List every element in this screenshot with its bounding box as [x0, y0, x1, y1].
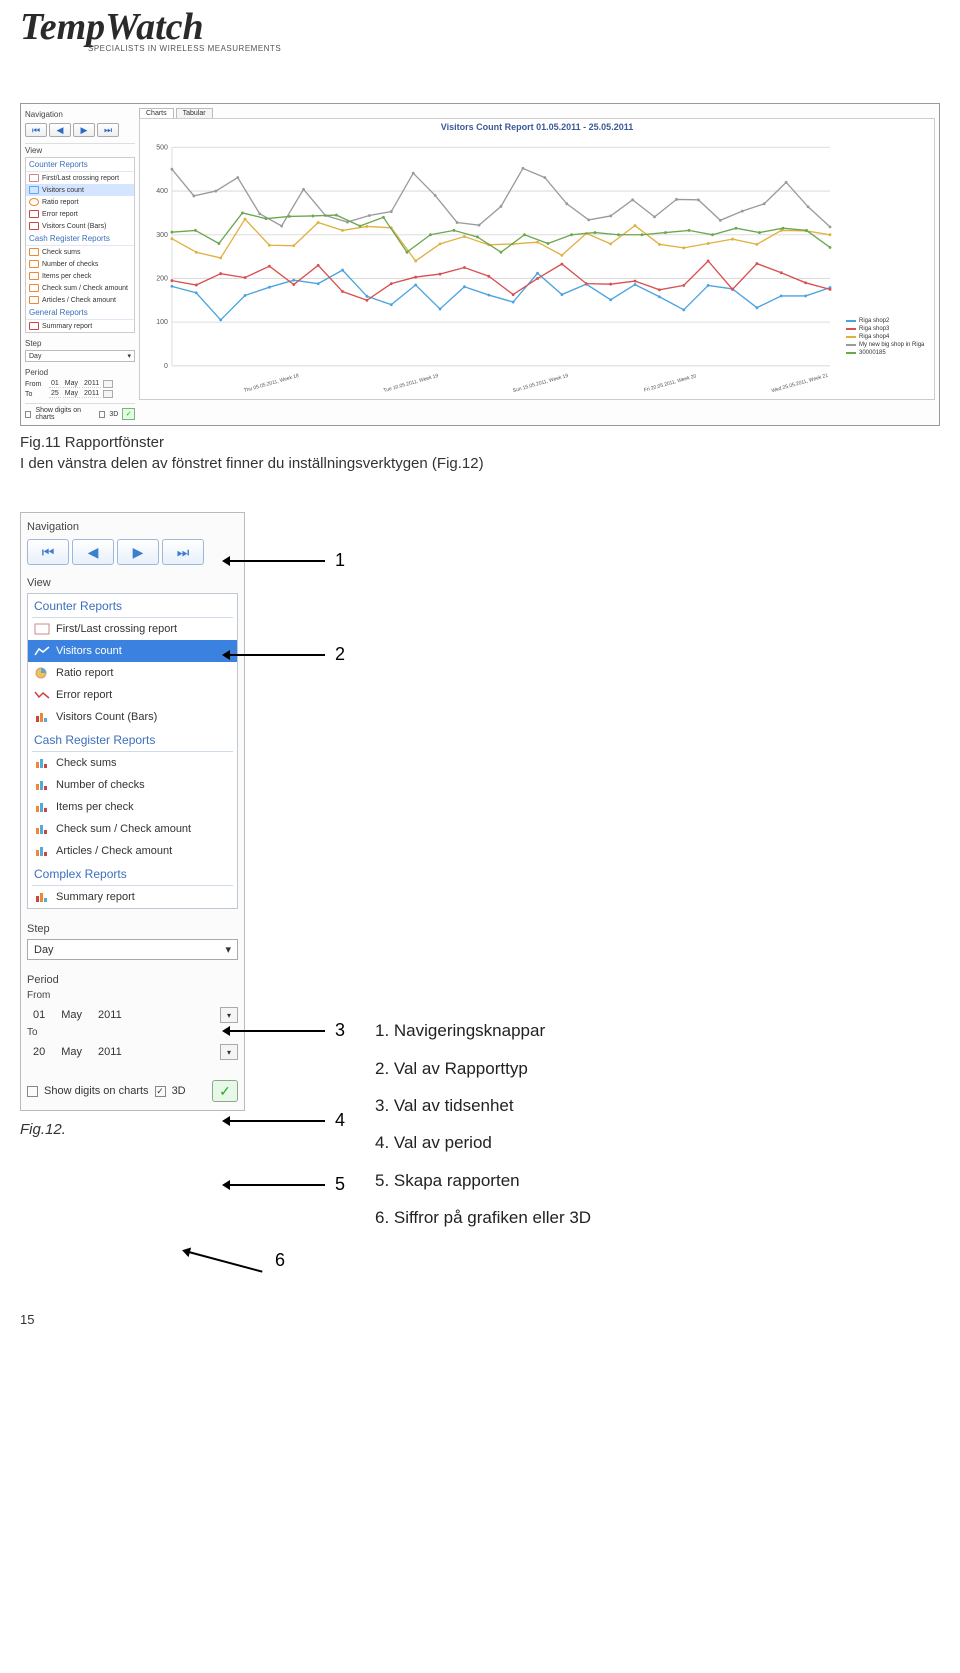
- logo-tagline: SPECIALISTS IN WIRELESS MEASUREMENTS: [20, 44, 940, 53]
- view-label: View: [25, 146, 135, 155]
- svg-text:300: 300: [156, 231, 168, 239]
- report-item[interactable]: Check sum / Check amount: [26, 282, 134, 294]
- chart-plot: 0 100 200 300 400 500 Thu 05.05.2011, We…: [142, 137, 840, 397]
- apply-button[interactable]: ✓: [212, 1080, 238, 1102]
- annotation-legend-3: 3. Val av tidsenhet: [375, 1087, 591, 1124]
- svg-text:200: 200: [156, 275, 168, 283]
- annotation-legend-5: 5. Skapa rapporten: [375, 1162, 591, 1199]
- report-item[interactable]: Ratio report: [26, 196, 134, 208]
- chevron-down-icon: ▾: [127, 352, 131, 360]
- svg-text:0: 0: [164, 362, 168, 370]
- svg-text:Tue 10.05.2011, Week 19: Tue 10.05.2011, Week 19: [383, 373, 439, 394]
- report-item[interactable]: First/Last crossing report: [26, 172, 134, 184]
- section-cash: Cash Register Reports: [28, 728, 237, 751]
- svg-text:Fri 20.05.2011, Week 20: Fri 20.05.2011, Week 20: [643, 373, 697, 394]
- svg-text:Sun 15.05.2011, Week 19: Sun 15.05.2011, Week 19: [512, 373, 569, 394]
- report-item[interactable]: Summary report: [28, 886, 237, 908]
- tab-tabular[interactable]: Tabular: [176, 108, 213, 118]
- fig11-caption: Fig.11 Rapportfönster: [20, 434, 940, 451]
- chart-title: Visitors Count Report 01.05.2011 - 25.05…: [140, 119, 934, 135]
- date-to[interactable]: 20May2011▾: [27, 1042, 238, 1062]
- annotation-legend-2: 2. Val av Rapporttyp: [375, 1050, 591, 1087]
- date-from[interactable]: 01May2011▾: [27, 1005, 238, 1025]
- nav-first-button[interactable]: ⏮: [25, 123, 47, 137]
- step-label: Step: [25, 339, 135, 348]
- report-item[interactable]: Check sums: [26, 246, 134, 258]
- fig11-screenshot: Navigation ⏮ ◀ ▶ ⏭ View Counter Reports …: [20, 103, 940, 426]
- report-item[interactable]: Items per check: [26, 270, 134, 282]
- report-item[interactable]: Check sums: [28, 752, 237, 774]
- section-counter: Counter Reports: [26, 158, 134, 172]
- section-counter: Counter Reports: [28, 594, 237, 617]
- 3d-checkbox[interactable]: ✓: [155, 1086, 166, 1097]
- show-digits-checkbox[interactable]: [25, 411, 31, 418]
- period-label: Period: [25, 368, 135, 377]
- period-label: Period: [27, 974, 238, 986]
- section-cash: Cash Register Reports: [26, 232, 134, 246]
- chevron-down-icon: ▾: [225, 943, 231, 956]
- nav-last-button[interactable]: ⏭: [97, 123, 119, 137]
- svg-text:500: 500: [156, 144, 168, 152]
- to-label: To: [27, 1027, 238, 1038]
- from-label: From: [27, 990, 238, 1001]
- body-text: I den vänstra delen av fönstret finner d…: [20, 455, 940, 472]
- nav-last-button[interactable]: ⏭: [162, 539, 204, 565]
- svg-text:Wed 25.05.2011, Week 21: Wed 25.05.2011, Week 21: [771, 373, 829, 395]
- report-item[interactable]: Articles / Check amount: [26, 294, 134, 306]
- calendar-icon[interactable]: ▾: [220, 1007, 238, 1023]
- calendar-icon[interactable]: [103, 390, 113, 398]
- fig12-panel: Navigation ⏮ ◀ ▶ ⏭ View Counter Reports …: [20, 512, 245, 1111]
- annotation-legend-1: 1. Navigeringsknappar: [375, 1012, 591, 1049]
- report-item[interactable]: Number of checks: [26, 258, 134, 270]
- report-item[interactable]: Summary report: [26, 320, 134, 332]
- apply-button[interactable]: ✓: [122, 408, 135, 420]
- calendar-icon[interactable]: ▾: [220, 1044, 238, 1060]
- svg-text:400: 400: [156, 187, 168, 195]
- nav-label: Navigation: [25, 110, 135, 119]
- report-item[interactable]: Items per check: [28, 796, 237, 818]
- nav-prev-button[interactable]: ◀: [49, 123, 71, 137]
- report-item[interactable]: Error report: [28, 684, 237, 706]
- 3d-checkbox[interactable]: [99, 411, 105, 418]
- report-item[interactable]: Check sum / Check amount: [28, 818, 237, 840]
- report-item[interactable]: Ratio report: [28, 662, 237, 684]
- section-complex: Complex Reports: [28, 862, 237, 885]
- report-item-selected[interactable]: Visitors count: [28, 640, 237, 662]
- fig12-caption: Fig.12.: [20, 1121, 245, 1138]
- show-digits-checkbox[interactable]: [27, 1086, 38, 1097]
- annotation-legend-4: 4. Val av period: [375, 1124, 591, 1161]
- report-item[interactable]: First/Last crossing report: [28, 618, 237, 640]
- page-number: 15: [20, 1312, 960, 1327]
- logo-text: TempWatch: [20, 10, 940, 44]
- chart-legend: Riga shop2 Riga shop3 Riga shop4 My new …: [840, 137, 930, 397]
- nav-prev-button[interactable]: ◀: [72, 539, 114, 565]
- report-item[interactable]: Error report: [26, 208, 134, 220]
- report-item[interactable]: Visitors Count (Bars): [26, 220, 134, 232]
- step-label: Step: [27, 923, 238, 935]
- annotations: 1 2 3 4 5 6 1. Navigeringsknappar 2. Val…: [245, 512, 940, 1282]
- calendar-icon[interactable]: [103, 380, 113, 388]
- section-general: General Reports: [26, 306, 134, 320]
- annotation-legend-6: 6. Siffror på grafiken eller 3D: [375, 1199, 591, 1236]
- nav-first-button[interactable]: ⏮: [27, 539, 69, 565]
- tab-charts[interactable]: Charts: [139, 108, 174, 118]
- svg-text:Thu 05.05.2011, Week 18: Thu 05.05.2011, Week 18: [243, 373, 299, 394]
- logo: TempWatch SPECIALISTS IN WIRELESS MEASUR…: [0, 0, 960, 63]
- report-item[interactable]: Number of checks: [28, 774, 237, 796]
- svg-text:100: 100: [156, 318, 168, 326]
- step-dropdown[interactable]: Day▾: [25, 350, 135, 362]
- report-item-selected[interactable]: Visitors count: [26, 184, 134, 196]
- nav-next-button[interactable]: ▶: [73, 123, 95, 137]
- report-item[interactable]: Articles / Check amount: [28, 840, 237, 862]
- nav-label: Navigation: [27, 521, 238, 533]
- view-label: View: [27, 577, 238, 589]
- report-item[interactable]: Visitors Count (Bars): [28, 706, 237, 728]
- nav-next-button[interactable]: ▶: [117, 539, 159, 565]
- step-dropdown[interactable]: Day▾: [27, 939, 238, 960]
